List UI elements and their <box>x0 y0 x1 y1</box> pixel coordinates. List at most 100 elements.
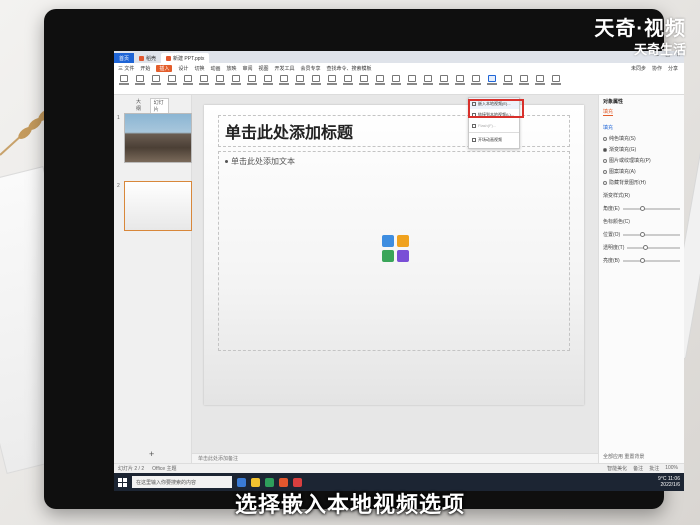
sync-status[interactable]: 未同步 <box>631 65 646 72</box>
ribbon-resume[interactable] <box>293 74 306 93</box>
ribbon-chart[interactable] <box>229 74 242 93</box>
menu-design[interactable]: 设计 <box>178 65 188 72</box>
ribbon-date[interactable] <box>405 74 418 93</box>
insert-chart-icon[interactable] <box>397 235 409 247</box>
command-search[interactable]: 查找命令、搜索模板 <box>327 65 372 72</box>
slide-thumbnail-1[interactable] <box>124 113 192 163</box>
ribbon-art-text[interactable] <box>341 74 354 93</box>
panel-section-fill[interactable]: 填充 <box>603 124 680 131</box>
row-angle[interactable]: 角度(E) <box>603 205 680 212</box>
ribbon-attachment[interactable] <box>453 74 466 93</box>
ribbon-new-slide[interactable] <box>117 74 130 93</box>
menu-animation[interactable]: 动画 <box>210 65 220 72</box>
monitor: 首页 稻壳 新建 PPT.pptx – □ × 三 文件 开始 插入 设计 切换… <box>44 9 684 509</box>
theme-name: Office 主题 <box>152 466 177 472</box>
ribbon-online-video[interactable] <box>501 74 514 93</box>
menu-insert[interactable]: 插入 <box>156 64 173 72</box>
slide-thumbnail-2[interactable] <box>124 181 192 231</box>
tab-docer[interactable]: 稻壳 <box>134 53 161 63</box>
watermark-line2: 天奇生活 <box>633 42 686 57</box>
tab-home-label: 首页 <box>119 55 130 62</box>
option-solid-fill[interactable]: 纯色填充(S) <box>603 135 680 142</box>
insert-video-icon[interactable] <box>397 250 409 262</box>
position-slider[interactable] <box>623 231 680 237</box>
insert-picture-icon[interactable] <box>382 235 394 247</box>
option-gradient-fill[interactable]: 渐变填充(G) <box>603 146 680 153</box>
menu-file[interactable]: 三 文件 <box>118 65 134 72</box>
row-transparency[interactable]: 透明度(T) <box>603 244 680 251</box>
zoom-level[interactable]: 100% <box>665 465 678 472</box>
ribbon-audio[interactable] <box>469 74 482 93</box>
menu-bar: 三 文件 开始 插入 设计 切换 动画 放映 审阅 视图 开发工具 会员专享 查… <box>114 63 684 73</box>
share-button[interactable]: 分享 <box>668 65 678 72</box>
folder-icon[interactable] <box>251 477 260 487</box>
option-picture-fill[interactable]: 图片或纹理填充(P) <box>603 157 680 164</box>
ribbon-hyperlink[interactable] <box>517 74 530 93</box>
highlight-box <box>468 99 524 118</box>
wechat-icon[interactable] <box>265 477 274 487</box>
menu-flash[interactable]: Flash(F)... <box>469 120 519 131</box>
row-position[interactable]: 位置(O) <box>603 231 680 238</box>
ribbon-picture[interactable] <box>149 74 162 93</box>
menu-slideshow[interactable]: 放映 <box>226 65 236 72</box>
apply-all-button[interactable]: 全部应用 <box>603 454 623 460</box>
ribbon-more[interactable] <box>549 74 562 93</box>
menu-review[interactable]: 审阅 <box>242 65 252 72</box>
ribbon-smartart[interactable] <box>213 74 226 93</box>
menu-home[interactable]: 开始 <box>140 65 150 72</box>
slide-content-text: 单击此处添加文本 <box>231 157 295 166</box>
collaborate-button[interactable]: 协作 <box>652 65 662 72</box>
tab-document[interactable]: 新建 PPT.pptx <box>161 53 210 63</box>
ribbon-textbox[interactable] <box>325 74 338 93</box>
ribbon-material[interactable] <box>277 74 290 93</box>
menu-developer[interactable]: 开发工具 <box>275 65 295 72</box>
notes-button[interactable]: 备注 <box>633 465 643 472</box>
wps-icon[interactable] <box>279 477 288 487</box>
menu-member[interactable]: 会员专享 <box>301 65 321 72</box>
watermark-line1: 天奇·视频 <box>594 18 686 40</box>
ppt-task-icon[interactable] <box>293 477 302 487</box>
transparency-slider[interactable] <box>627 244 680 250</box>
menu-view[interactable]: 视图 <box>259 65 269 72</box>
reset-background-button[interactable]: 重置背景 <box>624 454 644 460</box>
tab-outline[interactable]: 大纲 <box>136 98 144 114</box>
brightness-slider[interactable] <box>622 257 680 263</box>
ribbon-table[interactable] <box>133 74 146 93</box>
notes-pane[interactable]: 单击此处添加备注 <box>192 453 598 463</box>
checkbox-icon <box>603 180 607 185</box>
tab-home[interactable]: 首页 <box>114 53 135 63</box>
menu-transition[interactable]: 切换 <box>194 65 204 72</box>
slide-canvas-area: 单击此处添加标题 单击此处添加文本 单击此处添加备注 <box>192 95 598 463</box>
ribbon-object[interactable] <box>437 74 450 93</box>
ribbon-shape[interactable] <box>181 74 194 93</box>
ribbon-screenshot[interactable] <box>165 74 178 93</box>
menu-opening-animation-video[interactable]: 开场动画视频 <box>469 134 519 145</box>
row-stop-color[interactable]: 色标颜色(C) <box>603 218 680 225</box>
row-brightness[interactable]: 亮度(B) <box>603 257 680 264</box>
option-pattern-fill[interactable]: 图案填充(A) <box>603 168 680 175</box>
smart-beautify-button[interactable]: 智能美化 <box>607 465 627 472</box>
ribbon-comment[interactable] <box>309 74 322 93</box>
ribbon-mindmap[interactable] <box>245 74 258 93</box>
option-hide-background[interactable]: 隐藏背景图形(H) <box>603 179 680 186</box>
windows-start-icon[interactable] <box>118 477 127 487</box>
add-slide-icon[interactable]: + <box>149 449 154 459</box>
ribbon-formula[interactable] <box>373 74 386 93</box>
ribbon-flowchart[interactable] <box>261 74 274 93</box>
current-slide[interactable]: 单击此处添加标题 单击此处添加文本 <box>204 105 584 405</box>
insert-table-icon[interactable] <box>382 250 394 262</box>
comments-button[interactable]: 批注 <box>649 465 659 472</box>
ribbon-action[interactable] <box>533 74 546 93</box>
ribbon-header-footer[interactable] <box>389 74 402 93</box>
ribbon-video[interactable] <box>485 74 498 93</box>
ribbon-symbol[interactable] <box>357 74 370 93</box>
radio-checked-icon <box>603 147 607 152</box>
ribbon-slide-number[interactable] <box>421 74 434 93</box>
tab-document-label: 新建 PPT.pptx <box>173 55 205 62</box>
panel-tab-fill[interactable]: 填充 <box>603 108 614 116</box>
angle-slider[interactable] <box>622 205 680 211</box>
ribbon-icon[interactable] <box>197 74 210 93</box>
edge-icon[interactable] <box>237 477 246 487</box>
tab-slides[interactable]: 幻灯片 <box>149 98 169 114</box>
row-gradient-style[interactable]: 渐变样式(R) <box>603 192 680 199</box>
